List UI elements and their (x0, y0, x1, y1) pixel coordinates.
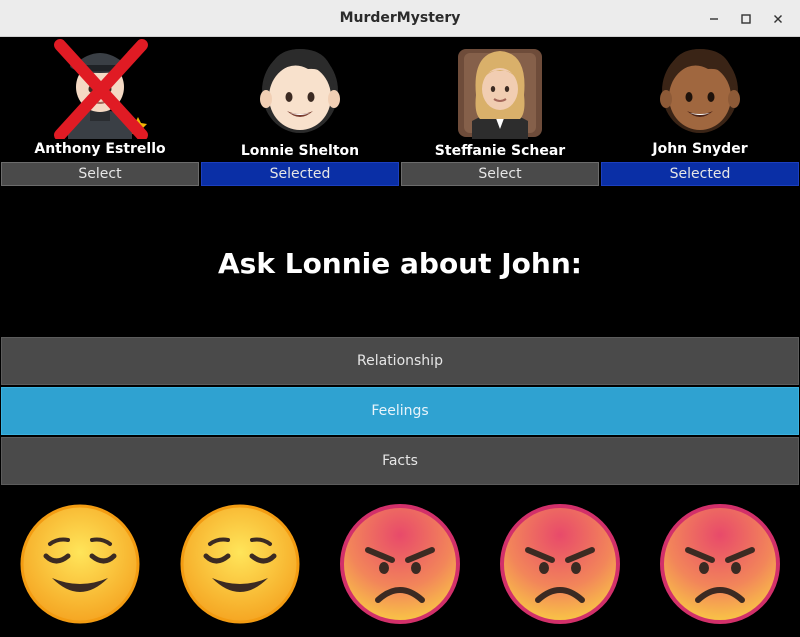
suspect-card-lonnie: Lonnie Shelton Selected (200, 37, 400, 187)
mood-row (0, 502, 800, 632)
maximize-button[interactable] (730, 3, 762, 35)
angry-face-icon (340, 504, 460, 624)
suspect-card-anthony: Anthony Estrello Select (0, 37, 200, 187)
suspect-name: Anthony Estrello (34, 141, 166, 157)
relieved-face-icon (20, 504, 140, 624)
officer-avatar-icon (54, 39, 148, 139)
suspect-row: Anthony Estrello Select Lonnie Shelton S… (0, 37, 800, 187)
judge-avatar-icon (458, 49, 542, 139)
relieved-face-icon (180, 504, 300, 624)
relationship-button[interactable]: Relationship (1, 337, 799, 385)
suspect-name: Steffanie Schear (434, 143, 566, 159)
question-prompt: Ask Lonnie about John: (218, 247, 582, 280)
close-button[interactable] (762, 3, 794, 35)
app-content: Anthony Estrello Select Lonnie Shelton S… (0, 37, 800, 637)
select-button-steffanie[interactable]: Select (401, 162, 599, 186)
suspect-name: Lonnie Shelton (240, 143, 360, 159)
window-title: MurderMystery (339, 10, 461, 26)
suspect-card-john: John Snyder Selected (600, 37, 800, 187)
feelings-button[interactable]: Feelings (1, 387, 799, 435)
boy-avatar-icon (660, 49, 740, 133)
boy-avatar-icon (260, 49, 340, 133)
minimize-button[interactable] (698, 3, 730, 35)
select-button-john[interactable]: Selected (601, 162, 799, 186)
maximize-icon (741, 13, 751, 24)
angry-face-icon (660, 504, 780, 624)
angry-face-icon (500, 504, 620, 624)
window-controls (698, 0, 794, 37)
select-button-anthony[interactable]: Select (1, 162, 199, 186)
select-button-lonnie[interactable]: Selected (201, 162, 399, 186)
close-icon (774, 14, 782, 23)
facts-button[interactable]: Facts (1, 437, 799, 485)
suspect-name: John Snyder (652, 141, 748, 157)
suspect-card-steffanie: Steffanie Schear Select (400, 37, 600, 187)
minimize-icon (710, 17, 718, 20)
window-titlebar: MurderMystery (0, 0, 800, 37)
